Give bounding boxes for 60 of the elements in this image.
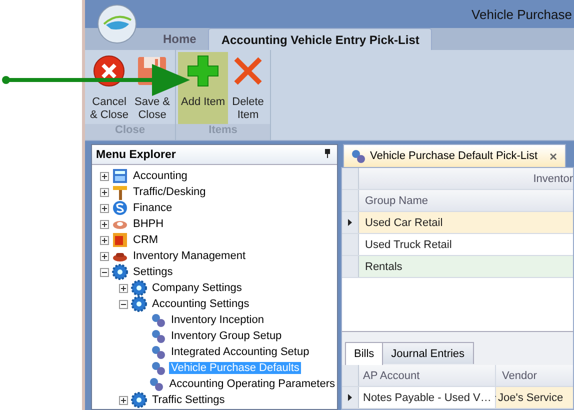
calculator-icon (112, 168, 128, 184)
gear-icon (131, 392, 147, 408)
gear-icon (112, 264, 128, 280)
table-cell: Joe's Service (496, 387, 573, 408)
table-cell-text: Used Car Retail (364, 216, 444, 230)
expand-icon[interactable] (100, 236, 109, 244)
row-header[interactable] (342, 387, 359, 408)
column-header[interactable]: Vendor (496, 365, 573, 386)
gears-icon (350, 148, 366, 164)
plus-icon (186, 54, 220, 88)
tree-item[interactable]: Inventory Group Setup (169, 330, 284, 342)
detail-tab[interactable]: Bills (345, 342, 384, 365)
expand-icon[interactable] (100, 172, 109, 180)
gears-icon (150, 312, 166, 328)
expand-icon[interactable] (100, 188, 109, 196)
table-cell-text: Rentals (364, 260, 404, 274)
ribbon-tab[interactable]: Accounting Vehicle Entry Pick-List (208, 28, 432, 50)
pin-icon[interactable] (324, 148, 331, 158)
gears-icon (150, 344, 166, 360)
tree-item[interactable]: Traffic/Desking (131, 186, 208, 198)
tree-item[interactable]: Traffic Settings (150, 394, 227, 406)
dollar-icon (112, 200, 128, 216)
panel-title: Menu Explorer (96, 148, 176, 160)
tree-item[interactable]: Inventory Inception (169, 314, 266, 326)
collapse-icon[interactable] (119, 300, 128, 308)
detail-tab[interactable]: Journal Entries (382, 342, 474, 364)
close-button[interactable]: × (542, 148, 558, 164)
expand-icon[interactable] (100, 204, 109, 212)
tree-item[interactable]: Accounting Settings (150, 298, 252, 310)
collapse-icon[interactable] (100, 268, 109, 276)
ribbon-tab[interactable]: Home (151, 28, 208, 50)
tree-item[interactable]: Finance (131, 202, 174, 214)
expand-icon[interactable] (100, 252, 109, 260)
tree-item[interactable]: Accounting Operating Parameters (167, 378, 337, 390)
tree-item[interactable]: Settings (131, 266, 175, 278)
tree-item[interactable]: BHPH (131, 218, 166, 230)
gears-icon (148, 376, 164, 392)
ribbon-button[interactable]: Delete Item (228, 52, 268, 124)
tree-item[interactable]: Company Settings (150, 282, 244, 294)
band-header: Inventor (532, 172, 573, 186)
table-cell-text: Used Truck Retail (364, 238, 453, 252)
tree-item[interactable]: Inventory Management (131, 250, 248, 262)
row-header[interactable] (342, 212, 359, 233)
expand-icon[interactable] (119, 284, 128, 292)
tree-item[interactable]: Accounting (131, 170, 190, 182)
gears-icon (150, 328, 166, 344)
tree-item[interactable]: Integrated Accounting Setup (169, 346, 312, 358)
column-header[interactable]: AP Account (359, 365, 496, 386)
tab-label: Vehicle Purchase Default Pick-List (370, 150, 538, 162)
tree-item[interactable]: CRM (131, 234, 160, 246)
signpost-icon (112, 184, 128, 200)
gear-icon (131, 296, 147, 312)
app-logo[interactable] (97, 4, 137, 44)
window-title: Vehicle Purchase (472, 6, 572, 22)
expand-icon[interactable] (100, 220, 109, 228)
expand-icon[interactable] (119, 396, 128, 404)
document-tab[interactable]: Vehicle Purchase Default Pick-List × (343, 144, 566, 167)
gears-icon (150, 360, 166, 376)
ribbon-button[interactable]: Add Item (178, 52, 228, 124)
gear-icon (131, 280, 147, 296)
